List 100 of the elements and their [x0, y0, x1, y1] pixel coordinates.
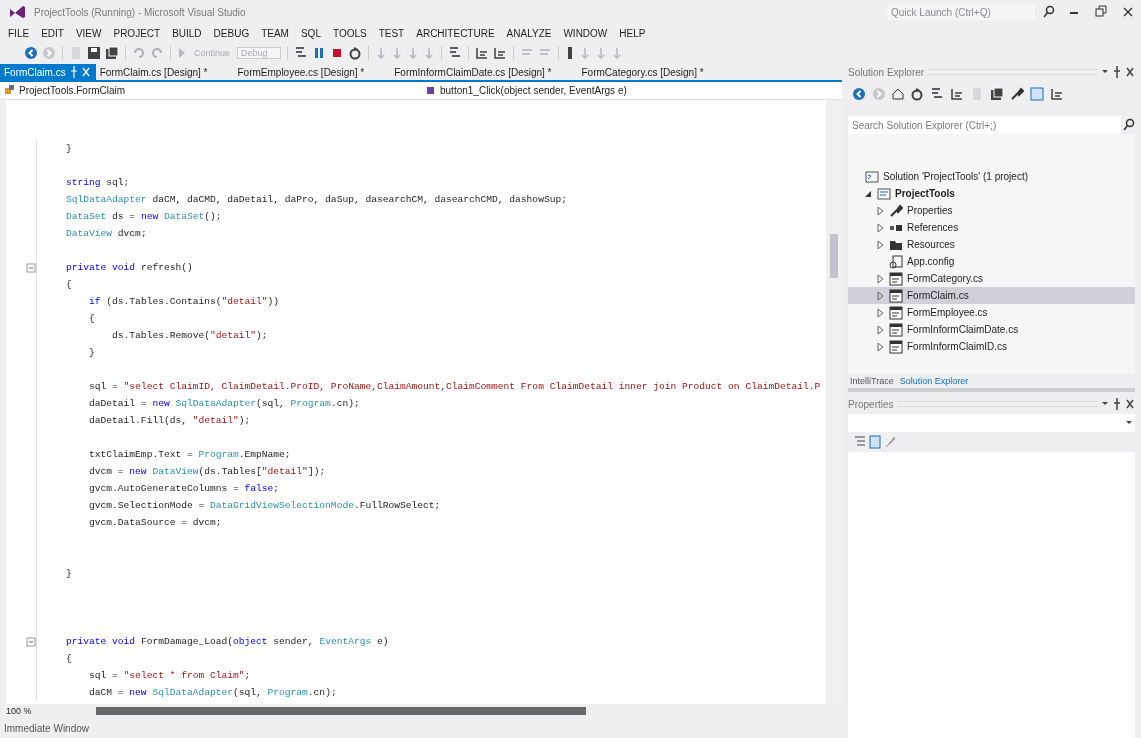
close-icon[interactable] [1125, 397, 1135, 411]
code-line: sql = "select ClaimID, ClaimDetail.ProID, ProName,ClaimAmount,ClaimComment From ClaimDetail inner join Product on ClaimDetail.P [88, 380, 821, 394]
menu-item[interactable]: ARCHITECTURE [410, 27, 501, 39]
outline-icon[interactable] [474, 46, 489, 60]
collapsed-arrow-icon[interactable] [876, 203, 885, 218]
tree-item[interactable]: FormCategory.cs [848, 270, 1135, 287]
menu-item[interactable]: VIEW [69, 27, 108, 39]
form-file-icon [889, 339, 903, 354]
form-file-icon [889, 322, 903, 337]
menu-item[interactable]: FILE [2, 27, 36, 39]
code-line: SqlDataAdapter daCM, daCMD, daDetail, daPro, daSup, dasearchCM, dasearchCMD, dashowSup; [65, 193, 567, 207]
menu-item[interactable]: SQL [294, 27, 327, 39]
collapsed-arrow-icon[interactable] [876, 237, 885, 252]
menu-item[interactable]: ANALYZE [500, 27, 558, 39]
config-file-icon [889, 254, 903, 269]
menu-item[interactable]: TOOLS [326, 27, 373, 39]
menu-item[interactable]: TEST [372, 27, 411, 39]
code-line: gvcm.SelectionMode = DataGridViewSelectionMode.FullRowSelect; [88, 499, 441, 513]
categorized-icon[interactable] [854, 435, 866, 449]
zoom-level[interactable]: 100 % [0, 706, 56, 716]
project-icon [877, 186, 891, 201]
form-file-icon [889, 271, 903, 286]
save-all-icon[interactable] [990, 87, 1004, 101]
menu-item[interactable]: TEAM [255, 27, 295, 39]
code-line: daCM = new SqlDataAdapter(sql, Program.cn); [88, 686, 337, 700]
outline-icon[interactable] [950, 87, 964, 101]
collapsed-arrow-icon[interactable] [876, 220, 885, 235]
collapsed-arrow-icon[interactable] [876, 271, 885, 286]
pin-icon[interactable] [1113, 65, 1121, 79]
tree-item[interactable]: FormEmployee.cs [848, 304, 1135, 321]
class-dropdown[interactable]: ProjectTools.FormClaim [0, 83, 421, 98]
document-tab[interactable]: FormClaim.cs [Design] * [95, 64, 234, 80]
tree-item[interactable]: FormInformClaimDate.cs [848, 321, 1135, 338]
code-line: dvcm = new DataView(ds.Tables["detail"]); [88, 465, 326, 479]
collapsed-arrow-icon[interactable] [876, 305, 885, 320]
alphabetical-icon[interactable] [869, 435, 881, 449]
collapsed-arrow-icon[interactable] [876, 288, 885, 303]
back-icon[interactable] [852, 87, 866, 101]
process-icon[interactable] [293, 46, 308, 60]
document-tab[interactable]: FormCategory.cs [Design] * [577, 64, 730, 80]
menu-item[interactable]: WINDOW [557, 27, 614, 39]
search-icon[interactable] [1043, 5, 1055, 19]
panel-tab[interactable]: IntelliTrace [850, 376, 894, 386]
code-line: ds.Tables.Remove("detail"); [111, 329, 268, 343]
tree-item[interactable]: FormInformClaimID.cs [848, 338, 1135, 355]
menu-item[interactable]: DEBUG [207, 27, 256, 39]
close-icon[interactable] [1123, 5, 1133, 19]
process-icon[interactable] [447, 46, 462, 60]
tree-item[interactable]: References [848, 219, 1135, 236]
panel-title: Properties [848, 398, 894, 410]
tree-item[interactable]: ProjectTools [848, 185, 1135, 202]
member-dropdown[interactable]: button1_Click(object sender, EventArgs e) [421, 83, 842, 98]
home-icon[interactable] [892, 87, 904, 101]
panel-tab[interactable]: Solution Explorer [899, 376, 969, 386]
app-logo-icon [8, 5, 26, 19]
code-line: } [65, 567, 72, 581]
collapsed-arrow-icon[interactable] [876, 339, 885, 354]
close-icon[interactable] [1125, 65, 1135, 79]
restore-icon[interactable] [1095, 5, 1107, 19]
search-icon[interactable] [1123, 118, 1135, 132]
scrollbar-thumb[interactable] [830, 234, 838, 278]
code-line: private void refresh() [65, 261, 193, 275]
quick-launch-field[interactable]: Quick Launch (Ctrl+Q) [887, 4, 1035, 20]
immediate-window-tab[interactable]: Immediate Window [4, 722, 90, 734]
menu-item[interactable]: HELP [613, 27, 652, 39]
code-line: daDetail.Fill(ds, "detail"); [88, 414, 251, 428]
document-tab[interactable]: FormInformClaimDate.cs [Design] * [390, 64, 578, 80]
menu-item[interactable]: BUILD [166, 27, 208, 39]
code-line: gvcm.AutoGenerateColumns = false; [88, 482, 280, 496]
process-icon[interactable] [930, 87, 944, 101]
tree-item[interactable]: Resources [848, 236, 1135, 253]
document-tab[interactable]: FormEmployee.cs [Design] * [233, 64, 391, 80]
form-file-icon [889, 288, 903, 303]
tree-item[interactable]: App.config [848, 253, 1135, 270]
scrollbar-thumb[interactable] [96, 707, 586, 715]
code-line: daDetail = new SqlDataAdapter(sql, Program.cn); [88, 397, 360, 411]
outline-icon[interactable] [1050, 87, 1064, 101]
tree-item[interactable]: Solution 'ProjectTools' (1 project) [848, 168, 1135, 185]
save-icon[interactable] [87, 46, 101, 60]
menu-item[interactable]: PROJECT [107, 27, 167, 39]
search-field[interactable]: Search Solution Explorer (Ctrl+;) [848, 116, 1121, 134]
code-line: { [88, 312, 95, 326]
menu-item[interactable]: EDIT [35, 27, 70, 39]
code-line: } [65, 142, 72, 156]
restart-icon[interactable] [910, 87, 924, 101]
solution-icon [865, 169, 879, 184]
pin-icon[interactable] [1113, 397, 1121, 411]
code-line: sql = "select * from Claim"; [88, 669, 251, 683]
code-line: private void FormDamage_Load(object sender, EventArgs e) [65, 635, 389, 649]
tree-item[interactable]: Properties [848, 202, 1135, 219]
collapsed-arrow-icon[interactable] [876, 322, 885, 337]
outline-icon[interactable] [492, 46, 507, 60]
back-icon[interactable] [24, 46, 38, 60]
code-line: string sql; [65, 176, 130, 190]
code-line: DataSet ds = new DataSet(); [65, 210, 222, 224]
save-all-icon[interactable] [105, 46, 119, 60]
code-line: DataView dvcm; [65, 227, 147, 241]
tree-item[interactable]: FormClaim.cs [848, 287, 1135, 304]
restart-icon[interactable] [347, 46, 362, 60]
code-line: txtClaimEmp.Text = Program.EmpName; [88, 448, 291, 462]
